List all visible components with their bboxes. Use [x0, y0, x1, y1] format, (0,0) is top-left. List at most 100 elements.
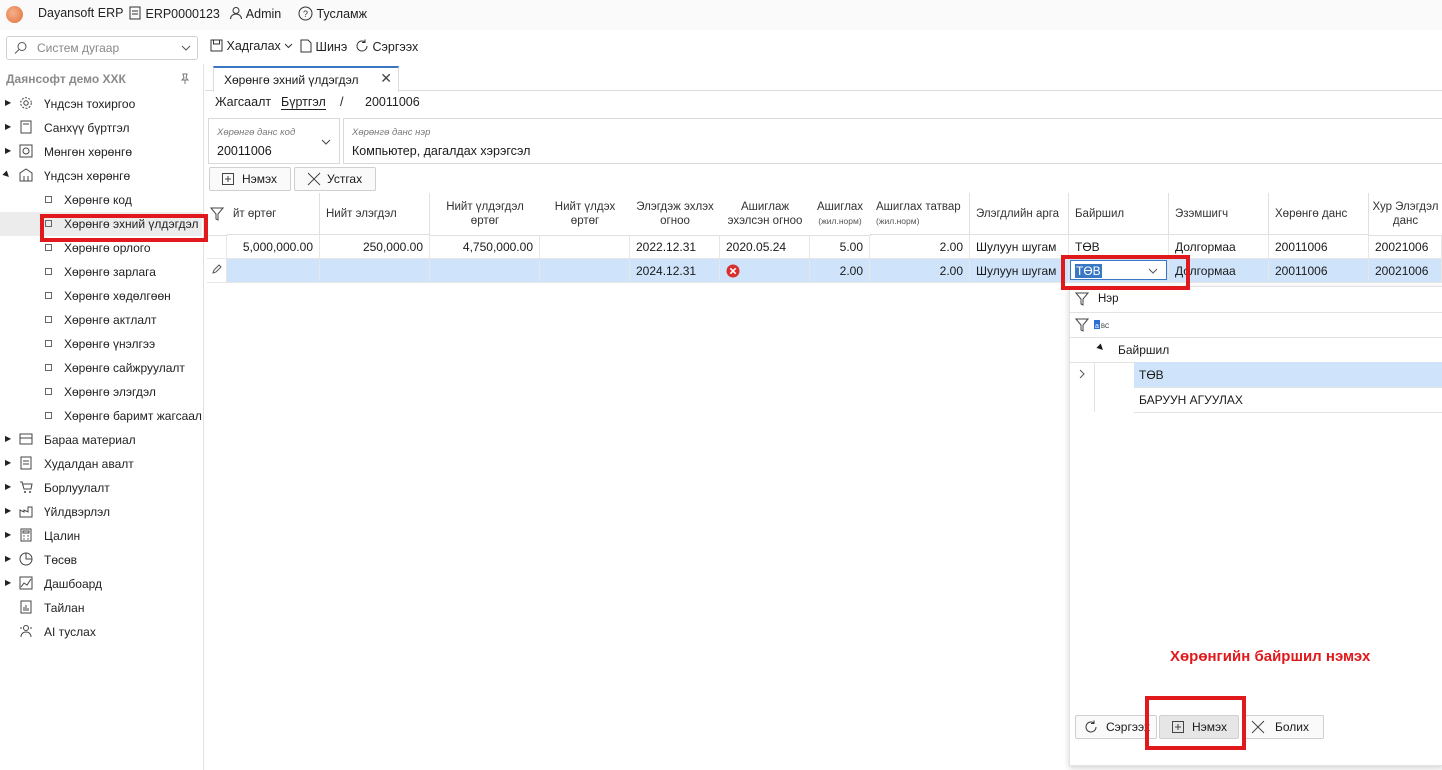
sidebar-subitem-asset-valuation[interactable]: Хөрөнгө үнэлгээ: [0, 332, 202, 356]
cell-accum-account[interactable]: 20021006: [1369, 259, 1442, 283]
refresh-button[interactable]: Сэргээх: [355, 39, 418, 54]
sidebar-subitem-asset-movement[interactable]: Хөрөнгө хөдөлгөөн: [0, 284, 202, 308]
save-button[interactable]: Хадгалах: [210, 39, 293, 53]
sidebar-item-budget[interactable]: ▶ Төсөв: [0, 548, 202, 572]
cell-total-depreciation[interactable]: [320, 259, 430, 283]
expand-arrow-icon[interactable]: ▶: [5, 578, 11, 587]
collapse-arrow-icon[interactable]: ▶: [2, 169, 13, 180]
sidebar-item-dashboard[interactable]: ▶ Дашбоард: [0, 572, 202, 596]
expand-arrow-icon[interactable]: ▶: [5, 506, 11, 515]
cell-method[interactable]: Шулуун шугам: [970, 235, 1069, 259]
help-menu[interactable]: ? Тусламж: [298, 6, 367, 21]
filter-icon[interactable]: [210, 207, 224, 221]
column-header[interactable]: Ашиглаж эхэлсэн огноо: [720, 193, 811, 236]
sidebar-item-report[interactable]: Тайлан: [0, 596, 202, 620]
column-header[interactable]: Ашиглах (жил.норм): [810, 193, 871, 236]
column-header[interactable]: Хөрөнгө данс: [1269, 193, 1369, 235]
sidebar-subitem-asset-code[interactable]: Хөрөнгө код: [0, 188, 202, 212]
sidebar-item-production[interactable]: ▶ Үйлдвэрлэл: [0, 500, 202, 524]
sidebar-item-finance[interactable]: ▶ Санхүү бүртгэл: [0, 116, 202, 140]
sidebar-item-ai-assistant[interactable]: AI туслах: [0, 620, 202, 644]
expand-arrow-icon[interactable]: ▶: [5, 434, 11, 443]
cell-residual-cost[interactable]: [540, 235, 630, 259]
breadcrumb-list[interactable]: Жагсаалт: [215, 95, 271, 109]
cell-total-cost[interactable]: [227, 259, 320, 283]
column-header[interactable]: Байршил: [1069, 193, 1169, 235]
cell-depreciation-start[interactable]: 2024.12.31: [630, 259, 720, 283]
breadcrumb-register[interactable]: Бүртгэл: [281, 95, 326, 110]
column-header[interactable]: Ашиглах татвар (жил.норм): [870, 193, 970, 235]
text-filter-icon: a BC: [1094, 320, 1110, 330]
pin-icon[interactable]: [179, 73, 191, 85]
filter-header-cell[interactable]: [207, 193, 228, 236]
search-filter-row[interactable]: a BC: [1070, 312, 1442, 338]
chevron-down-icon[interactable]: [284, 41, 293, 50]
user-menu[interactable]: Admin: [229, 6, 281, 21]
highlight-box-location: [1061, 255, 1190, 290]
expand-arrow-icon[interactable]: ▶: [5, 530, 11, 539]
column-header-label: өртөг: [470, 215, 500, 227]
cell-total-cost[interactable]: 5,000,000.00: [227, 235, 320, 259]
expand-arrow-icon[interactable]: ▶: [5, 146, 11, 155]
cell-total-balance[interactable]: 4,750,000.00: [430, 235, 540, 259]
sidebar-item-payroll[interactable]: ▶ Цалин: [0, 524, 202, 548]
sidebar-item-inventory[interactable]: ▶ Бараа материал: [0, 428, 202, 452]
column-header[interactable]: Эзэмшигч: [1169, 193, 1269, 235]
close-icon[interactable]: ✕: [380, 70, 392, 87]
cell-usage-start[interactable]: 2020.05.24: [720, 235, 810, 259]
sidebar-subitem-asset-improvement[interactable]: Хөрөнгө сайжруулалт: [0, 356, 202, 380]
filter-icon[interactable]: [1075, 318, 1089, 332]
asset-account-name-field[interactable]: Хөрөнгө данс нэр Компьютер, дагалдах хэр…: [343, 118, 1442, 164]
cell-asset-account[interactable]: 20011006: [1269, 235, 1369, 259]
sidebar-item-cash[interactable]: ▶ Мөнгөн хөрөнгө: [0, 140, 202, 164]
column-header[interactable]: Нийт элэгдэл: [320, 193, 430, 235]
expand-arrow-icon[interactable]: ▶: [5, 482, 11, 491]
cell-asset-account[interactable]: 20011006: [1269, 259, 1369, 283]
cell-total-depreciation[interactable]: 250,000.00: [320, 235, 430, 259]
sidebar-item-basic-settings[interactable]: ▶ Үндсэн тохиргоо: [0, 92, 202, 116]
column-header[interactable]: Элэгдлийн арга: [970, 193, 1069, 235]
name-column-header[interactable]: Нэр: [1098, 293, 1119, 305]
sidebar-subitem-asset-expense[interactable]: Хөрөнгө зарлага: [0, 260, 202, 284]
cell-accum-account[interactable]: 20021006: [1369, 235, 1442, 259]
expand-arrow-icon[interactable]: ▶: [5, 458, 11, 467]
expand-arrow-icon[interactable]: ▶: [5, 98, 11, 107]
chevron-down-icon[interactable]: [321, 137, 331, 147]
cell-usage-years[interactable]: 2.00: [810, 259, 870, 283]
asset-account-code-field[interactable]: Хөрөнгө данс код 20011006: [208, 118, 340, 164]
filter-icon[interactable]: [1075, 292, 1089, 306]
cell-method[interactable]: Шулуун шугам: [970, 259, 1069, 283]
system-number[interactable]: ERP0000123: [128, 6, 220, 21]
delete-row-button[interactable]: Устгах: [294, 167, 376, 191]
collapse-arrow-icon[interactable]: ▶: [1096, 342, 1107, 353]
cell-depreciation-start[interactable]: 2022.12.31: [630, 235, 720, 259]
cell-usage-years[interactable]: 5.00: [810, 235, 870, 259]
expand-arrow-icon[interactable]: ▶: [5, 122, 11, 131]
cell-tax-years[interactable]: 2.00: [870, 235, 970, 259]
popup-cancel-button[interactable]: Болих: [1242, 715, 1324, 739]
column-header[interactable]: Нийт үлдэх өртөг: [540, 193, 631, 236]
column-header[interactable]: Элэгдэж эхлэх огноо: [630, 193, 721, 236]
sidebar-item-purchasing[interactable]: ▶ Худалдан авалт: [0, 452, 202, 476]
expand-arrow-icon[interactable]: ▶: [5, 554, 11, 563]
sidebar-item-fixed-assets[interactable]: ▶ Үндсэн хөрөнгө: [0, 164, 202, 188]
new-button[interactable]: Шинэ: [300, 39, 347, 54]
sidebar-item-sales[interactable]: ▶ Борлуулалт: [0, 476, 202, 500]
add-row-button[interactable]: Нэмэх: [209, 167, 291, 191]
dropdown-option[interactable]: БАРУУН АГУУЛАХ: [1134, 387, 1442, 413]
column-header[interactable]: Нийт үлдэгдэл өртөг: [430, 193, 541, 236]
tab-asset-opening-balance[interactable]: Хөрөнгө эхний үлдэгдэл ✕: [213, 66, 399, 92]
chevron-down-icon[interactable]: [181, 43, 191, 53]
sidebar-subitem-asset-writeoff[interactable]: Хөрөнгө актлалт: [0, 308, 202, 332]
search-input[interactable]: Систем дугаар: [6, 36, 198, 60]
cell-usage-start[interactable]: [720, 259, 810, 283]
cell-tax-years[interactable]: 2.00: [870, 259, 970, 283]
cell-residual-cost[interactable]: [540, 259, 630, 283]
dropdown-option-selected[interactable]: ТӨВ: [1134, 362, 1442, 388]
group-row[interactable]: ▶ Байршил: [1070, 337, 1442, 363]
column-header[interactable]: Хур Элэгдэл данс: [1369, 193, 1442, 236]
cell-total-balance[interactable]: [430, 259, 540, 283]
sidebar-subitem-asset-documents[interactable]: Хөрөнгө баримт жагсаал: [0, 404, 202, 428]
column-header[interactable]: йт өртөг: [227, 193, 320, 235]
sidebar-subitem-asset-depreciation[interactable]: Хөрөнгө элэгдэл: [0, 380, 202, 404]
